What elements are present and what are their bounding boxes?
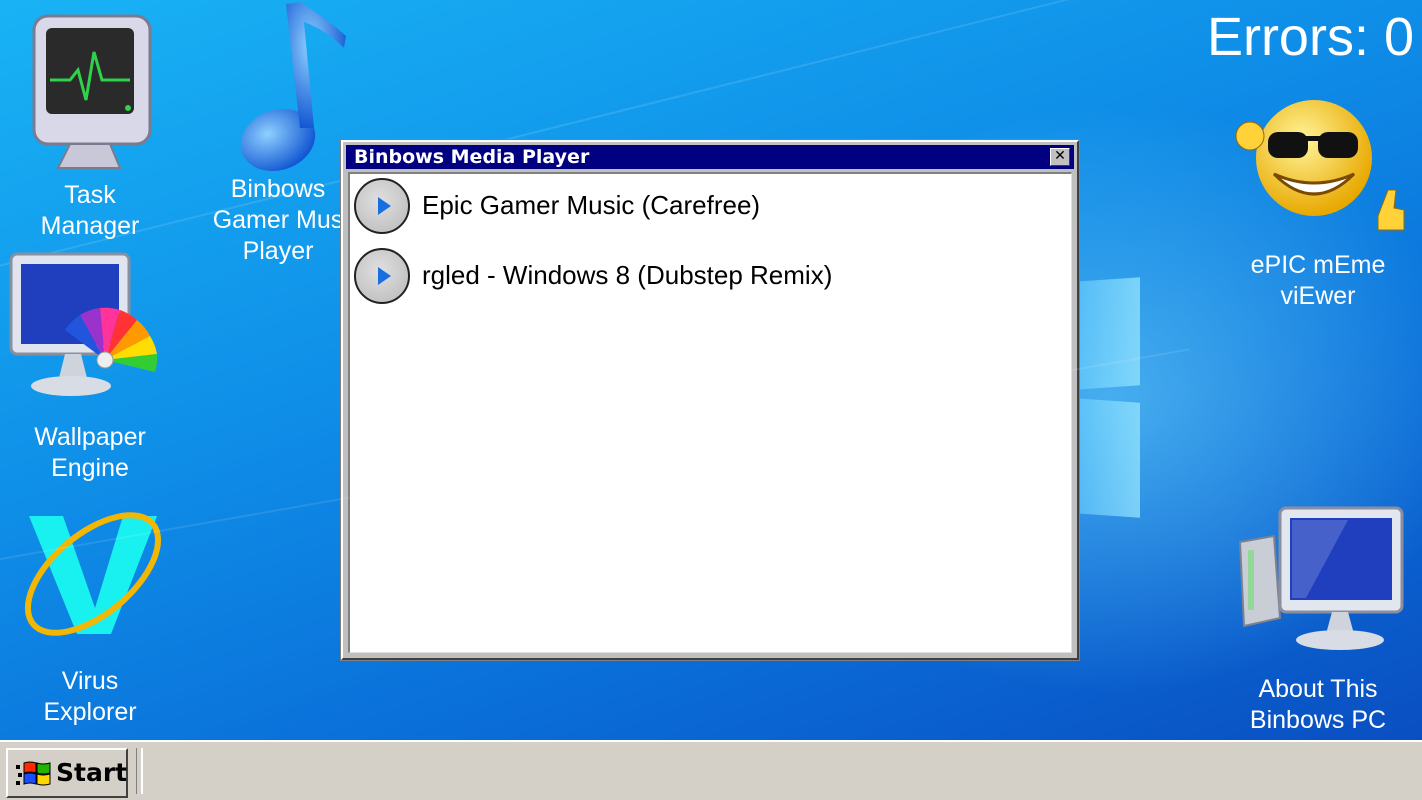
playlist: Epic Gamer Music (Carefree) rgled - Wind…	[348, 172, 1072, 653]
window-title: Binbows Media Player	[354, 146, 590, 168]
desktop: Errors: 0 Task Manager Binbows Gamer Mus…	[0, 0, 1422, 740]
icon-label: Virus Explorer	[43, 667, 137, 726]
music-note-icon	[208, 0, 348, 176]
track-title[interactable]: Epic Gamer Music (Carefree)	[422, 190, 760, 221]
taskbar-divider	[136, 748, 143, 794]
windows-flag-icon	[16, 759, 52, 789]
monitor-heartbeat-icon	[20, 8, 160, 178]
track-title[interactable]: rgled - Windows 8 (Dubstep Remix)	[422, 260, 832, 291]
icon-label: ePIC mEme viEwer	[1250, 251, 1386, 310]
monitor-palette-icon	[5, 250, 175, 420]
track-row[interactable]: Epic Gamer Music (Carefree)	[354, 178, 1054, 238]
cool-smiley-icon	[1228, 96, 1408, 244]
close-button[interactable]: ✕	[1050, 148, 1070, 166]
computer-icon	[1228, 500, 1408, 660]
start-button[interactable]: Start	[6, 748, 128, 798]
desktop-icon-about-pc[interactable]: About This Binbows PC	[1228, 500, 1408, 736]
desktop-icon-virus-explorer[interactable]: Virus Explorer	[0, 498, 180, 728]
desktop-icon-task-manager[interactable]: Task Manager	[0, 8, 180, 242]
icon-label: About This Binbows PC	[1249, 675, 1387, 734]
play-icon[interactable]	[354, 178, 410, 234]
desktop-icon-wallpaper-engine[interactable]: Wallpaper Engine	[0, 250, 180, 484]
play-icon[interactable]	[354, 248, 410, 304]
track-row[interactable]: rgled - Windows 8 (Dubstep Remix)	[354, 248, 1054, 308]
taskbar: Start	[0, 740, 1422, 800]
desktop-icon-epic-meme-viewer[interactable]: ePIC mEme viEwer	[1228, 96, 1408, 312]
icon-label: Task Manager	[40, 181, 140, 240]
browser-v-icon	[5, 498, 175, 658]
close-icon: ✕	[1054, 148, 1066, 164]
window-titlebar[interactable]: Binbows Media Player ✕	[346, 145, 1074, 169]
media-player-window[interactable]: Binbows Media Player ✕ Epic Gamer Music …	[341, 140, 1079, 660]
errors-counter: Errors: 0	[1206, 7, 1414, 67]
icon-label: Wallpaper Engine	[34, 423, 146, 482]
start-label: Start	[56, 758, 128, 787]
